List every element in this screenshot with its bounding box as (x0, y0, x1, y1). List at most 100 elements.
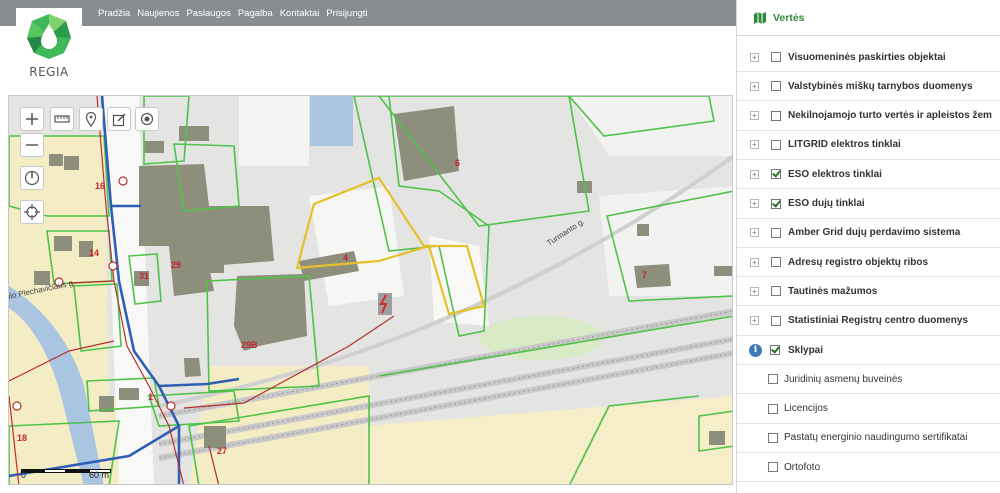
logo-text: REGIA (29, 65, 69, 79)
expand-icon[interactable]: + (750, 316, 759, 326)
plot-label[interactable]: 31 (139, 271, 149, 281)
layer-label: Visuomeninės paskirties objektai (788, 51, 946, 63)
nav-services[interactable]: Paslaugos (186, 8, 230, 19)
layer-checkbox[interactable] (771, 286, 781, 297)
zoom-out-button[interactable] (20, 133, 44, 157)
minus-icon (26, 144, 38, 146)
nav-home[interactable]: Pradžia (98, 8, 130, 19)
plus-icon (26, 113, 38, 125)
expand-icon[interactable]: + (750, 286, 759, 296)
nav-help[interactable]: Pagalba (238, 8, 273, 19)
marker-tool-button[interactable] (79, 107, 103, 131)
sublayer-checkbox[interactable] (768, 374, 778, 385)
layer-checkbox[interactable] (770, 345, 780, 355)
layer-label: ESO dujų tinklai (788, 198, 865, 209)
layer-row[interactable]: + LITGRID elektros tinklai (737, 131, 1000, 160)
layer-checkbox[interactable] (771, 110, 781, 121)
sublayer-label: Licencijos (784, 403, 828, 415)
target-icon (140, 112, 154, 126)
sublayer-label: Ortofoto (784, 461, 821, 473)
expand-icon[interactable]: + (750, 228, 759, 238)
compass-button[interactable] (20, 166, 44, 190)
plot-label[interactable]: 18 (17, 433, 27, 443)
layer-row[interactable]: i Sklypai (737, 336, 1000, 365)
locate-me-button[interactable] (20, 200, 44, 224)
expand-icon[interactable]: + (750, 257, 759, 267)
layer-row[interactable]: + Visuomeninės paskirties objektai (737, 43, 1000, 72)
map-canvas[interactable]: 16 14 31 29 4 6 7 29B 1 18 27 Turmanto g… (9, 96, 733, 485)
expand-icon[interactable]: + (750, 169, 759, 179)
layer-row[interactable]: + Nekilnojamojo turto vertės ir apleistos… (737, 102, 1000, 131)
layer-row[interactable]: + Tautinės mažumos (737, 277, 1000, 307)
sublayer-checkbox[interactable] (768, 462, 778, 473)
plot-label[interactable]: 27 (217, 446, 227, 456)
plot-label[interactable]: 14 (89, 248, 99, 258)
expand-icon[interactable]: + (750, 81, 759, 91)
layer-label: Adresų registro objektų ribos (788, 256, 929, 268)
sublayer-checkbox[interactable] (768, 403, 778, 414)
layer-checkbox[interactable] (771, 315, 781, 326)
plot-label[interactable]: 7 (642, 270, 647, 280)
crosshair-icon (24, 204, 40, 220)
expand-icon[interactable]: + (750, 52, 759, 62)
plot-label[interactable]: 29 (171, 260, 181, 270)
layer-label: Tautinės mažumos (788, 285, 878, 297)
expand-icon[interactable]: + (750, 199, 759, 208)
location-pin-icon (85, 111, 97, 127)
layer-label: ESO elektros tinklai (788, 168, 882, 180)
scale-zero: 0 (21, 470, 27, 480)
layer-label: Sklypai (788, 344, 824, 356)
layer-checkbox[interactable] (771, 198, 781, 209)
compass-icon (24, 170, 40, 186)
nav-news[interactable]: Naujienos (137, 8, 179, 19)
layer-checkbox[interactable] (771, 257, 781, 268)
layer-label: LITGRID elektros tinklai (788, 139, 901, 151)
layer-checkbox[interactable] (771, 227, 781, 238)
sublayer-label: Juridinių asmenų buveinės (784, 373, 903, 385)
layer-label: Statistiniai Registrų centro duomenys (788, 315, 969, 327)
measure-tool-button[interactable] (50, 107, 74, 131)
layer-label: Amber Grid dujų perdavimo sistema (788, 227, 961, 239)
layer-row[interactable]: + ESO elektros tinklai (737, 160, 1000, 190)
ruler-icon (54, 115, 70, 123)
layer-row[interactable]: + Valstybinės miškų tarnybos duomenys (737, 72, 1000, 102)
zoom-in-button[interactable] (20, 107, 44, 131)
panel-header: Vertės (737, 0, 1000, 36)
layer-checkbox[interactable] (771, 81, 781, 92)
nav-contacts[interactable]: Kontaktai (280, 8, 320, 19)
app-window: Pradžia Naujienos Paslaugos Pagalba Kont… (0, 0, 1000, 493)
panel-title: Vertės (773, 11, 805, 24)
layer-checkbox[interactable] (771, 52, 781, 62)
layer-row[interactable]: + Adresų registro objektų ribos (737, 248, 1000, 278)
map-view[interactable]: 16 14 31 29 4 6 7 29B 1 18 27 Turmanto g… (8, 95, 733, 485)
scale-distance: 60 m (89, 470, 110, 480)
layer-checkbox[interactable] (771, 169, 781, 180)
sublayer-row[interactable]: Licencijos (737, 395, 1000, 424)
plot-label[interactable]: 1 (148, 392, 153, 402)
plot-label[interactable]: 16 (95, 181, 105, 191)
plot-label[interactable]: 29B (241, 340, 258, 350)
map-icon (754, 11, 766, 24)
expand-icon[interactable]: + (750, 111, 759, 121)
layer-row[interactable]: + ESO dujų tinklai (737, 190, 1000, 219)
edit-tool-button[interactable] (107, 107, 131, 131)
target-tool-button[interactable] (135, 107, 159, 131)
edit-icon (112, 112, 126, 126)
info-icon[interactable]: i (749, 343, 762, 357)
expand-icon[interactable]: + (750, 140, 759, 150)
plot-label[interactable]: 6 (455, 158, 460, 168)
sublayer-checkbox[interactable] (768, 432, 778, 443)
nav-login[interactable]: Prisijungti (326, 8, 367, 19)
layer-label: Valstybinės miškų tarnybos duomenys (788, 80, 973, 92)
sublayer-row[interactable]: Ortofoto (737, 453, 1000, 483)
map-scale: 0 60 m (21, 456, 121, 480)
plot-label[interactable]: 4 (343, 253, 348, 263)
scale-bar (21, 460, 111, 473)
sublayer-row[interactable]: Juridinių asmenų buveinės (737, 365, 1000, 395)
layer-checkbox[interactable] (771, 139, 781, 150)
layer-row[interactable]: + Amber Grid dujų perdavimo sistema (737, 219, 1000, 248)
layer-row[interactable]: + Statistiniai Registrų centro duomenys (737, 307, 1000, 336)
sublayer-row[interactable]: Pastatų energinio naudingumo sertifikata… (737, 424, 1000, 453)
regia-logo[interactable]: REGIA (16, 8, 82, 86)
regia-logo-icon (27, 14, 71, 59)
